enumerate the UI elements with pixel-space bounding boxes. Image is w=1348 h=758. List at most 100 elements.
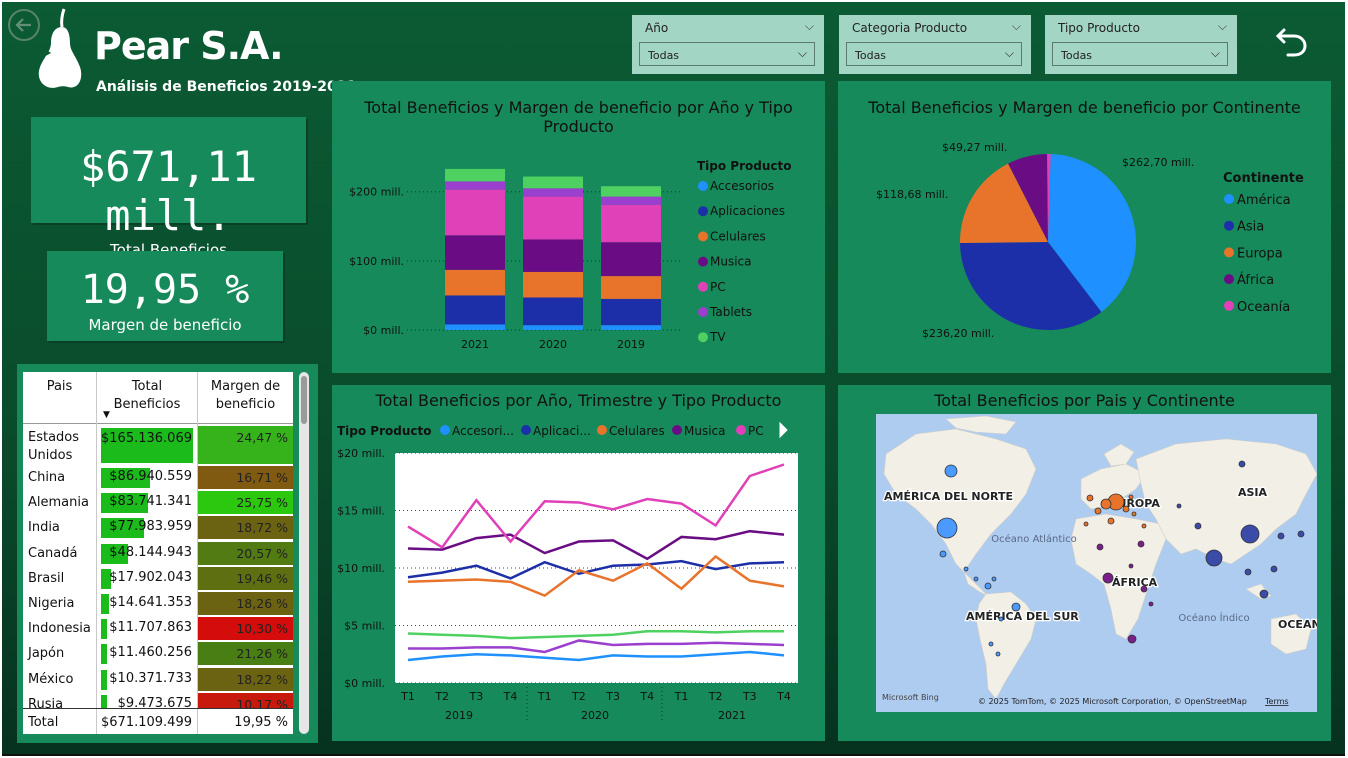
map-bubble[interactable]: [1240, 524, 1260, 544]
map-bubble[interactable]: [1141, 523, 1147, 529]
table-row[interactable]: Nigeria $14.641.353 18,26 %: [23, 591, 293, 616]
map-bubble[interactable]: [991, 576, 997, 582]
legend-label[interactable]: Asia: [1237, 220, 1264, 235]
slicer-year-dropdown[interactable]: Todas ⌵: [639, 42, 815, 66]
col-header-margin[interactable]: Margen de beneficio: [198, 378, 293, 414]
map-bubble[interactable]: [1094, 507, 1102, 515]
legend-label[interactable]: PC: [710, 280, 726, 294]
map-bubble[interactable]: [1148, 601, 1154, 607]
legend-label[interactable]: Celulares: [710, 229, 766, 243]
map-bubble[interactable]: [1128, 494, 1134, 500]
bar-segment[interactable]: [445, 168, 505, 182]
legend-label[interactable]: Celulares: [609, 424, 665, 438]
scrollbar-thumb[interactable]: [301, 376, 307, 424]
map-bubble[interactable]: [1100, 498, 1112, 510]
map-bubble[interactable]: [984, 582, 992, 590]
map-bubble[interactable]: [936, 517, 958, 539]
map-bubble[interactable]: [1102, 572, 1114, 584]
table-row[interactable]: Estados Unidos $165.136.069 24,47 %: [23, 425, 293, 465]
map-bubble[interactable]: [1244, 568, 1252, 576]
map-bubble[interactable]: [963, 566, 969, 572]
map-bubble[interactable]: [1127, 634, 1137, 644]
map-bubble[interactable]: [1096, 543, 1104, 551]
map-bubble[interactable]: [1107, 517, 1115, 525]
bar-segment[interactable]: [445, 324, 505, 330]
legend-label[interactable]: PC: [748, 424, 764, 438]
bar-segment[interactable]: [523, 297, 583, 326]
table-scrollbar[interactable]: [299, 372, 309, 734]
legend-next-icon[interactable]: [779, 421, 788, 439]
chevron-down-icon[interactable]: ⌵: [1012, 19, 1021, 34]
legend-label[interactable]: África: [1237, 272, 1274, 288]
map-bubble[interactable]: [1086, 494, 1094, 502]
map-bubble[interactable]: [1277, 532, 1285, 540]
bar-segment[interactable]: [601, 242, 661, 277]
map-bubble[interactable]: [1270, 565, 1278, 573]
legend-label[interactable]: Musica: [684, 424, 726, 438]
map-bubble[interactable]: [1137, 540, 1145, 548]
reset-undo-icon[interactable]: [1274, 22, 1310, 58]
map-bubble[interactable]: [944, 464, 958, 478]
chevron-down-icon[interactable]: ⌵: [805, 19, 814, 34]
map-bubble[interactable]: [973, 576, 979, 582]
legend-label[interactable]: Europa: [1237, 246, 1283, 261]
table-row[interactable]: Canadá $48.144.943 20,57 %: [23, 541, 293, 566]
legend-label[interactable]: Oceanía: [1237, 300, 1290, 315]
table-row[interactable]: China $86.940.559 16,71 %: [23, 465, 293, 490]
bar-segment[interactable]: [523, 325, 583, 330]
bar-segment[interactable]: [601, 298, 661, 326]
slicer-category-dropdown[interactable]: Todas ⌵: [846, 42, 1022, 66]
map-bubble[interactable]: [1238, 460, 1246, 468]
col-header-country[interactable]: Pais: [23, 378, 96, 396]
chevron-down-icon[interactable]: ⌵: [1218, 19, 1227, 34]
map-bubble[interactable]: [1083, 521, 1089, 527]
bar-segment[interactable]: [601, 204, 661, 243]
bar-segment[interactable]: [445, 189, 505, 236]
bar-segment[interactable]: [601, 325, 661, 330]
map-bubble[interactable]: [1122, 505, 1130, 513]
legend-label[interactable]: Tablets: [709, 305, 752, 319]
table-row[interactable]: México $10.371.733 18,22 %: [23, 667, 293, 692]
bar-segment[interactable]: [523, 271, 583, 298]
table-row[interactable]: Alemania $83.741.341 25,75 %: [23, 490, 293, 515]
bar-segment[interactable]: [523, 176, 583, 189]
legend-label[interactable]: Musica: [710, 255, 752, 269]
map-bubble[interactable]: [1128, 563, 1134, 569]
map-bubble[interactable]: [988, 641, 994, 647]
map-bubble[interactable]: [1259, 589, 1269, 599]
bar-segment[interactable]: [445, 269, 505, 296]
bar-segment[interactable]: [523, 188, 583, 197]
map-bubble[interactable]: [939, 550, 947, 558]
map-bubble[interactable]: [1194, 522, 1202, 530]
slicer-product-type-dropdown[interactable]: Todas ⌵: [1052, 42, 1228, 66]
legend-label[interactable]: Aplicaciones: [710, 204, 785, 218]
map-bubble[interactable]: [998, 616, 1004, 622]
bar-segment[interactable]: [601, 186, 661, 197]
slicer-product-type[interactable]: Tipo Producto ⌵ Todas ⌵: [1045, 15, 1237, 74]
legend-label[interactable]: Accesori...: [452, 424, 514, 438]
slicer-category[interactable]: Categoria Producto ⌵ Todas ⌵: [839, 15, 1031, 74]
legend-label[interactable]: Aplicaci...: [533, 424, 591, 438]
bar-segment[interactable]: [601, 196, 661, 205]
map-bubble[interactable]: [1176, 503, 1182, 509]
col-header-total[interactable]: Total Beneficios: [97, 378, 197, 414]
table-row[interactable]: Indonesia $11.707.863 10,30 %: [23, 616, 293, 641]
map-bubble[interactable]: [1297, 530, 1305, 538]
legend-label[interactable]: TV: [709, 330, 726, 344]
world-map[interactable]: AMÉRICA DEL NORTE EUROPA ASIA ÁFRICA AMÉ…: [876, 414, 1317, 712]
bar-segment[interactable]: [523, 196, 583, 240]
bar-segment[interactable]: [601, 276, 661, 299]
bar-segment[interactable]: [445, 235, 505, 270]
legend-label[interactable]: América: [1237, 193, 1291, 208]
map-bubble[interactable]: [1205, 549, 1223, 567]
table-row[interactable]: India $77.983.959 18,72 %: [23, 515, 293, 540]
bar-segment[interactable]: [445, 181, 505, 190]
bar-segment[interactable]: [445, 295, 505, 325]
bar-segment[interactable]: [523, 239, 583, 272]
legend-label[interactable]: Accesorios: [710, 179, 774, 193]
slicer-year[interactable]: Año ⌵ Todas ⌵: [632, 15, 824, 74]
map-bubble[interactable]: [995, 651, 1001, 657]
map-bubble[interactable]: [1140, 585, 1148, 593]
table-row[interactable]: Brasil $17.902.043 19,46 %: [23, 566, 293, 591]
map-bubble[interactable]: [1131, 511, 1137, 517]
